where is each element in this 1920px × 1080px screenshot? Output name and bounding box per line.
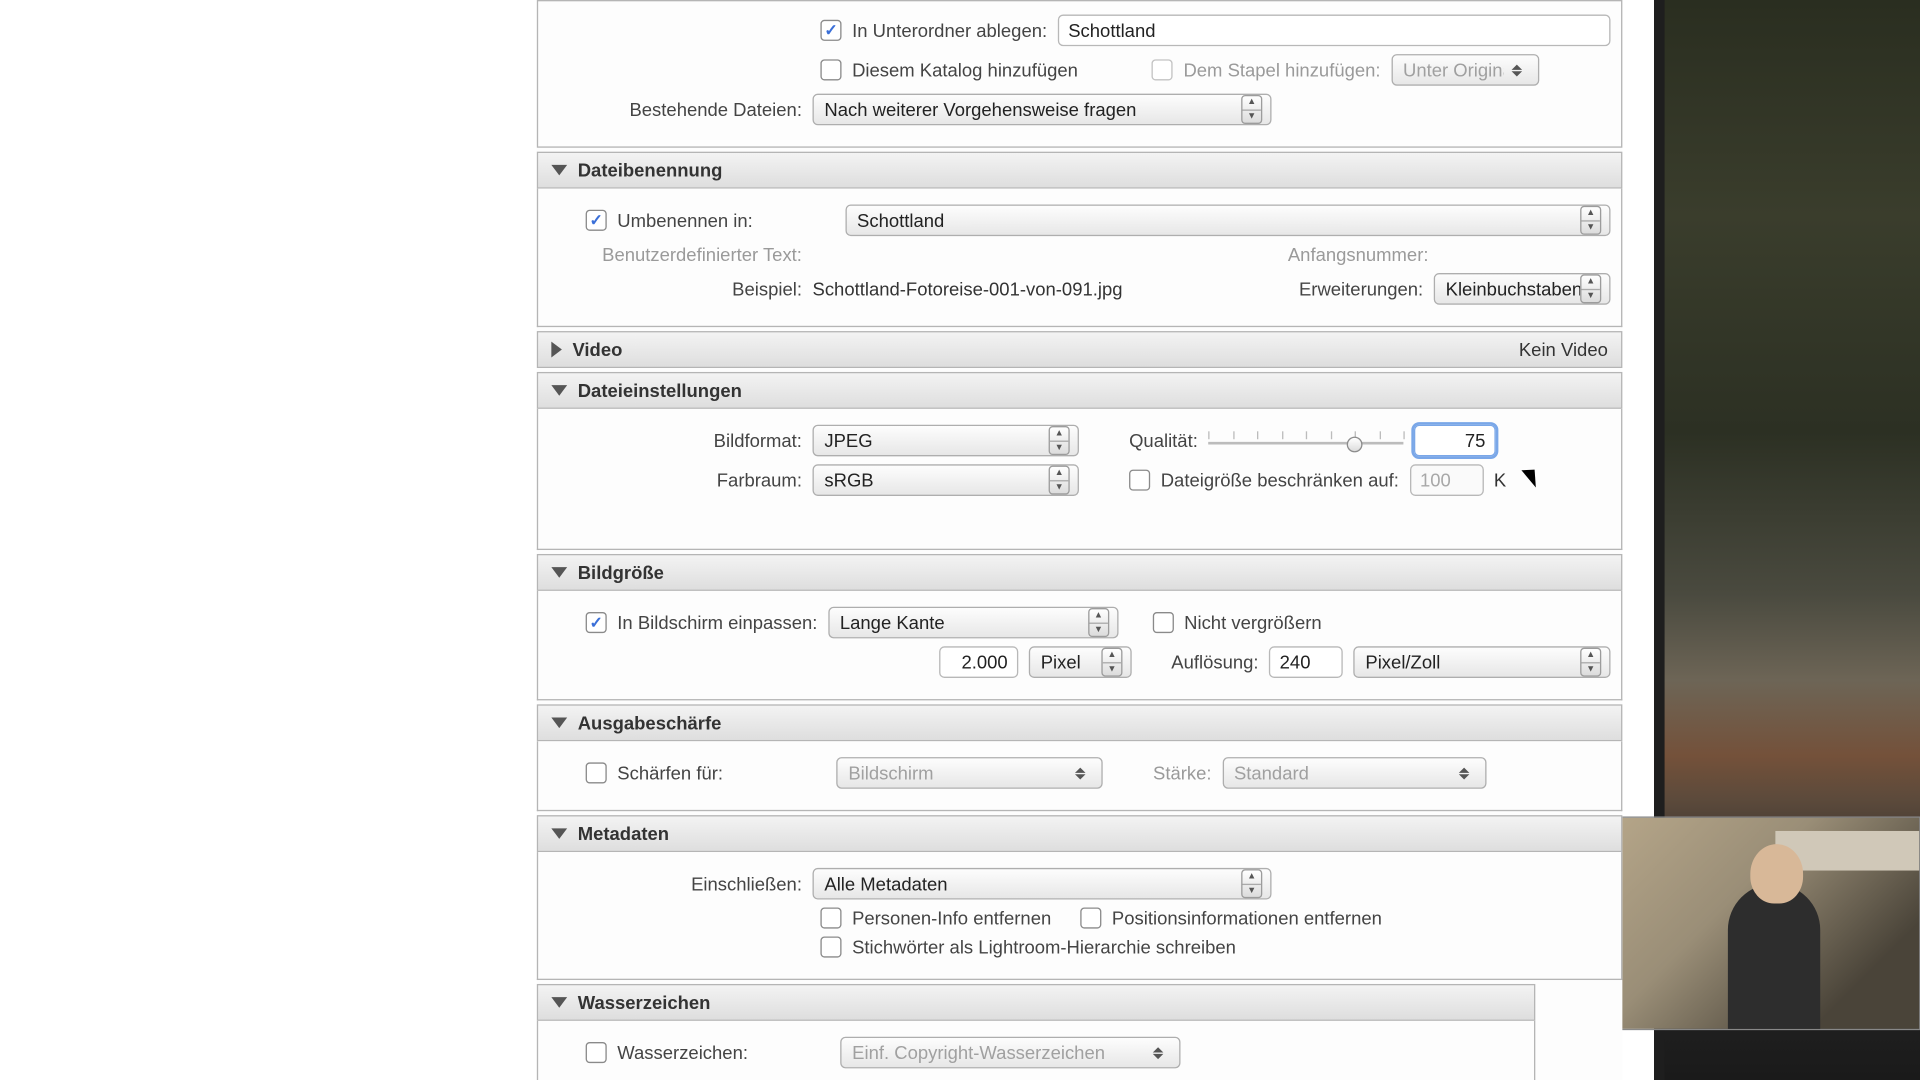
chevron-right-icon bbox=[551, 342, 562, 358]
dont-enlarge-label: Nicht vergrößern bbox=[1184, 612, 1322, 633]
sharpen-for-label: Schärfen für: bbox=[617, 762, 723, 783]
chevron-down-icon bbox=[551, 828, 567, 839]
section-title-output-sharpen: Ausgabeschärfe bbox=[578, 712, 722, 733]
subfolder-input[interactable] bbox=[1058, 15, 1611, 47]
metadata-include-label: Einschließen: bbox=[549, 873, 802, 894]
example-value: Schottland-Fotoreise-001-von-091.jpg bbox=[813, 278, 1123, 299]
dont-enlarge-checkbox[interactable] bbox=[1152, 612, 1173, 633]
resolution-input[interactable] bbox=[1269, 646, 1343, 678]
stepper-icon: ▲▼ bbox=[1049, 426, 1070, 455]
dimension-input[interactable] bbox=[939, 646, 1018, 678]
metadata-include-select[interactable]: Alle Metadaten ▲▼ bbox=[813, 868, 1272, 900]
section-title-rename: Dateibenennung bbox=[578, 160, 723, 181]
resize-fit-checkbox[interactable] bbox=[586, 612, 607, 633]
section-header-image-size[interactable]: Bildgröße bbox=[537, 554, 1623, 591]
keyword-hierarchy-checkbox[interactable] bbox=[820, 936, 841, 957]
quality-slider[interactable] bbox=[1208, 427, 1403, 453]
sharpen-for-checkbox[interactable] bbox=[586, 762, 607, 783]
chevron-down-icon bbox=[551, 165, 567, 176]
stepper-icon: ▲▼ bbox=[1580, 274, 1601, 303]
section-title-metadata: Metadaten bbox=[578, 823, 669, 844]
extensions-label: Erweiterungen: bbox=[1299, 278, 1423, 299]
section-title-watermark: Wasserzeichen bbox=[578, 992, 711, 1013]
remove-location-info-label: Positionsinformationen entfernen bbox=[1112, 907, 1382, 928]
remove-location-info-checkbox[interactable] bbox=[1080, 907, 1101, 928]
resize-fit-label: In Bildschirm einpassen: bbox=[617, 612, 817, 633]
webcam-overlay bbox=[1599, 816, 1920, 1030]
resize-fit-select[interactable]: Lange Kante ▲▼ bbox=[828, 607, 1118, 639]
rename-template-select[interactable]: Schottland ▲▼ bbox=[845, 204, 1610, 236]
stepper-icon: ▲▼ bbox=[1241, 869, 1262, 898]
keyword-hierarchy-label: Stichwörter als Lightroom-Hierarchie sch… bbox=[852, 936, 1236, 957]
section-header-watermark[interactable]: Wasserzeichen bbox=[537, 984, 1535, 1021]
sharpen-for-select[interactable]: Bildschirm bbox=[836, 757, 1102, 789]
resolution-label: Auflösung: bbox=[1171, 652, 1258, 673]
extensions-select[interactable]: Kleinbuchstaben ▲▼ bbox=[1434, 273, 1611, 305]
subfolder-label: In Unterordner ablegen: bbox=[852, 20, 1047, 41]
custom-text-label: Benutzerdefinierter Text: bbox=[549, 244, 802, 265]
sharpen-amount-select[interactable]: Standard bbox=[1222, 757, 1486, 789]
existing-files-label: Bestehende Dateien: bbox=[549, 99, 802, 120]
section-title-video: Video bbox=[572, 339, 622, 360]
stepper-icon: ▲▼ bbox=[1101, 648, 1122, 677]
example-label: Beispiel: bbox=[549, 278, 802, 299]
section-header-metadata[interactable]: Metadaten bbox=[537, 815, 1623, 852]
add-to-catalog-checkbox[interactable] bbox=[820, 59, 841, 80]
watermark-checkbox[interactable] bbox=[586, 1042, 607, 1063]
remove-person-info-label: Personen-Info entfernen bbox=[852, 907, 1051, 928]
rename-to-label: Umbenennen in: bbox=[617, 210, 753, 231]
chevron-down-icon bbox=[551, 997, 567, 1008]
section-header-video[interactable]: Video Kein Video bbox=[537, 331, 1623, 368]
quality-input[interactable] bbox=[1414, 425, 1496, 457]
video-status: Kein Video bbox=[1519, 339, 1608, 360]
add-to-stack-label: Dem Stapel hinzufügen: bbox=[1183, 59, 1380, 80]
remove-person-info-checkbox[interactable] bbox=[820, 907, 841, 928]
stepper-icon: ▲▼ bbox=[1580, 648, 1601, 677]
subfolder-checkbox[interactable] bbox=[820, 20, 841, 41]
stepper-icon: ▲▼ bbox=[1049, 466, 1070, 495]
add-to-catalog-label: Diesem Katalog hinzufügen bbox=[852, 59, 1078, 80]
stack-position-select[interactable]: Unter Original bbox=[1391, 54, 1539, 86]
color-space-label: Farbraum: bbox=[549, 470, 802, 491]
section-header-file-settings[interactable]: Dateieinstellungen bbox=[537, 372, 1623, 409]
dimension-unit-select[interactable]: Pixel ▲▼ bbox=[1029, 646, 1132, 678]
export-panel: In Unterordner ablegen: Diesem Katalog h… bbox=[537, 0, 1623, 1080]
section-title-file-settings: Dateieinstellungen bbox=[578, 380, 742, 401]
image-format-select[interactable]: JPEG ▲▼ bbox=[813, 425, 1079, 457]
start-number-label: Anfangsnummer: bbox=[1288, 244, 1429, 265]
rename-checkbox[interactable] bbox=[586, 210, 607, 231]
stepper-icon: ▲▼ bbox=[1241, 95, 1262, 124]
section-title-image-size: Bildgröße bbox=[578, 562, 664, 583]
limit-file-size-input[interactable] bbox=[1409, 464, 1483, 496]
stepper-icon: ▲▼ bbox=[1088, 608, 1109, 637]
limit-file-size-unit: K bbox=[1494, 470, 1506, 491]
color-space-select[interactable]: sRGB ▲▼ bbox=[813, 464, 1079, 496]
section-header-rename[interactable]: Dateibenennung bbox=[537, 152, 1623, 189]
image-format-label: Bildformat: bbox=[549, 430, 802, 451]
quality-label: Qualität: bbox=[1129, 430, 1198, 451]
chevron-down-icon bbox=[551, 718, 567, 729]
resolution-unit-select[interactable]: Pixel/Zoll ▲▼ bbox=[1354, 646, 1611, 678]
sharpen-amount-label: Stärke: bbox=[1153, 762, 1212, 783]
limit-file-size-checkbox[interactable] bbox=[1129, 470, 1150, 491]
limit-file-size-label: Dateigröße beschränken auf: bbox=[1161, 470, 1399, 491]
stepper-icon: ▲▼ bbox=[1580, 206, 1601, 235]
chevron-down-icon bbox=[551, 385, 567, 396]
watermark-label: Wasserzeichen: bbox=[617, 1042, 748, 1063]
section-header-output-sharpen[interactable]: Ausgabeschärfe bbox=[537, 704, 1623, 741]
chevron-down-icon bbox=[551, 567, 567, 578]
existing-files-select[interactable]: Nach weiterer Vorgehensweise fragen ▲▼ bbox=[813, 94, 1272, 126]
add-to-stack-checkbox[interactable] bbox=[1152, 59, 1173, 80]
watermark-select[interactable]: Einf. Copyright-Wasserzeichen bbox=[840, 1037, 1180, 1069]
